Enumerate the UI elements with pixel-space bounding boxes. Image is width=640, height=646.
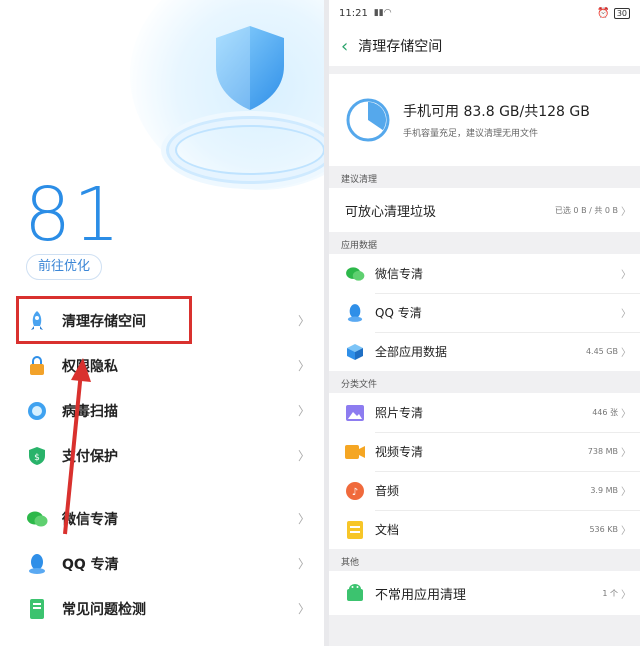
section-title: 分类文件 bbox=[329, 371, 640, 393]
optimize-button[interactable]: 前往优化 bbox=[26, 254, 102, 280]
row-documents[interactable]: 文档 536 KB 〉 bbox=[329, 510, 640, 549]
battery-indicator: 30 bbox=[613, 7, 630, 19]
menu-item-payment-protection[interactable]: $ 支付保护 〉 bbox=[0, 433, 324, 478]
signal-icon: ▮▮◠ bbox=[373, 8, 392, 18]
row-value: 4.45 GB bbox=[585, 347, 618, 356]
row-value: 已选 0 B / 共 0 B bbox=[554, 205, 618, 215]
row-videos[interactable]: 视频专清 738 MB 〉 bbox=[329, 432, 640, 471]
row-photos[interactable]: 照片专清 446 张 〉 bbox=[329, 393, 640, 432]
chevron-right-icon: 〉 bbox=[297, 602, 310, 616]
document-icon bbox=[345, 520, 365, 540]
security-score: 81 bbox=[24, 172, 123, 258]
payment-shield-icon: $ bbox=[26, 445, 48, 467]
status-bar: 11:21 ▮▮◠ ⏰ 30 bbox=[329, 0, 640, 26]
menu-item-wechat[interactable]: 微信专清 〉 bbox=[0, 496, 324, 541]
music-icon: ♪ bbox=[345, 481, 365, 501]
back-icon[interactable]: ‹ bbox=[341, 36, 348, 57]
storage-available: 手机可用 83.8 GB/共128 GB bbox=[403, 104, 590, 120]
row-label: 照片专清 bbox=[375, 406, 424, 420]
android-icon bbox=[345, 583, 365, 603]
row-value: 446 张 bbox=[592, 408, 618, 417]
status-time: 11:21 bbox=[339, 7, 368, 19]
row-label: 不常用应用清理 bbox=[375, 587, 467, 603]
chevron-right-icon: 〉 bbox=[297, 512, 310, 526]
hero-rings bbox=[175, 125, 324, 175]
storage-pie-icon bbox=[346, 98, 390, 142]
menu-item-faq-check[interactable]: 常见问题检测 〉 bbox=[0, 586, 324, 631]
pointer-arrow-icon bbox=[63, 358, 91, 535]
scan-icon bbox=[26, 400, 48, 422]
chevron-right-icon: 〉 bbox=[621, 487, 631, 498]
row-value: 738 MB bbox=[587, 447, 618, 456]
row-value: 1 个 bbox=[602, 588, 618, 598]
left-panel: 81 前往优化 清理存储空间 〉 权限隐私 〉 病毒扫描 〉 $ 支付保护 〉 … bbox=[0, 0, 324, 646]
row-label: 文档 bbox=[375, 523, 400, 537]
menu-item-qq[interactable]: QQ 专清 〉 bbox=[0, 541, 324, 586]
storage-summary: 手机可用 83.8 GB/共128 GB 手机容量充足，建议清理无用文件 bbox=[329, 74, 640, 166]
row-qq[interactable]: QQ 专清 〉 bbox=[329, 293, 640, 332]
lock-icon bbox=[26, 355, 48, 377]
top-bar: ‹ 清理存储空间 bbox=[329, 26, 640, 66]
left-menu: 清理存储空间 〉 权限隐私 〉 病毒扫描 〉 $ 支付保护 〉 微信专清 〉 Q… bbox=[0, 298, 324, 631]
menu-item-privacy[interactable]: 权限隐私 〉 bbox=[0, 343, 324, 388]
chevron-right-icon: 〉 bbox=[621, 348, 631, 359]
chevron-right-icon: 〉 bbox=[621, 206, 631, 218]
section-title: 其他 bbox=[329, 549, 640, 571]
storage-hint: 手机容量充足，建议清理无用文件 bbox=[403, 129, 539, 139]
menu-item-label: 常见问题检测 bbox=[62, 601, 146, 618]
video-icon bbox=[345, 442, 365, 462]
photo-icon bbox=[345, 403, 365, 423]
right-panel: 11:21 ▮▮◠ ⏰ 30 ‹ 清理存储空间 手机可用 83.8 GB/共12… bbox=[329, 0, 640, 646]
row-label: 可放心清理垃圾 bbox=[345, 204, 437, 220]
chevron-right-icon: 〉 bbox=[621, 526, 631, 537]
row-label: 音频 bbox=[375, 484, 400, 498]
row-wechat[interactable]: 微信专清 〉 bbox=[329, 254, 640, 293]
status-right: ⏰ 30 bbox=[597, 7, 630, 19]
row-unused-apps[interactable]: 不常用应用清理 1 个 〉 bbox=[329, 571, 640, 615]
chevron-right-icon: 〉 bbox=[297, 314, 310, 328]
row-label: 全部应用数据 bbox=[375, 345, 448, 359]
row-label: QQ 专清 bbox=[375, 306, 422, 320]
row-label: 微信专清 bbox=[375, 267, 424, 281]
qq-icon bbox=[26, 553, 48, 575]
svg-text:$: $ bbox=[34, 453, 40, 463]
qq-icon bbox=[345, 303, 365, 323]
chevron-right-icon: 〉 bbox=[297, 359, 310, 373]
wechat-icon bbox=[26, 508, 48, 530]
row-value: 536 KB bbox=[589, 525, 618, 534]
chevron-right-icon: 〉 bbox=[621, 448, 631, 459]
wechat-icon bbox=[345, 264, 365, 284]
shield-icon bbox=[216, 26, 284, 110]
menu-item-virus-scan[interactable]: 病毒扫描 〉 bbox=[0, 388, 324, 433]
chevron-right-icon: 〉 bbox=[297, 404, 310, 418]
chevron-right-icon: 〉 bbox=[621, 270, 631, 281]
row-label: 视频专清 bbox=[375, 445, 424, 459]
menu-item-label: QQ 专清 bbox=[62, 556, 119, 573]
chevron-right-icon: 〉 bbox=[621, 409, 631, 420]
phone-check-icon bbox=[26, 598, 48, 620]
chevron-right-icon: 〉 bbox=[621, 309, 631, 320]
row-audio[interactable]: ♪ 音频 3.9 MB 〉 bbox=[329, 471, 640, 510]
row-value: 3.9 MB bbox=[590, 486, 618, 495]
chevron-right-icon: 〉 bbox=[297, 557, 310, 571]
chevron-right-icon: 〉 bbox=[297, 449, 310, 463]
alarm-icon: ⏰ bbox=[597, 7, 610, 19]
svg-text:♪: ♪ bbox=[352, 487, 358, 498]
section-title: 建议清理 bbox=[329, 166, 640, 188]
highlight-box bbox=[16, 296, 192, 344]
row-safe-clean[interactable]: 可放心清理垃圾 已选 0 B / 共 0 B 〉 bbox=[329, 188, 640, 232]
cube-icon bbox=[345, 342, 365, 362]
page-title: 清理存储空间 bbox=[358, 39, 443, 55]
row-all-app-data[interactable]: 全部应用数据 4.45 GB 〉 bbox=[329, 332, 640, 371]
section-title: 应用数据 bbox=[329, 232, 640, 254]
chevron-right-icon: 〉 bbox=[621, 589, 631, 601]
